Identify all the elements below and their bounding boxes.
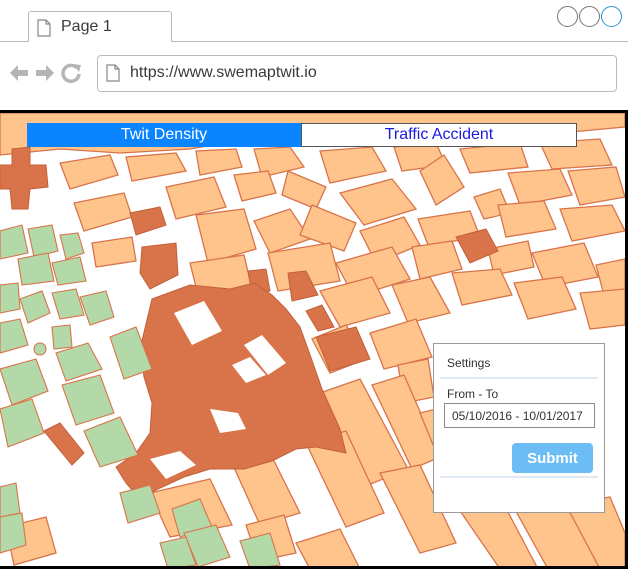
reload-icon[interactable] [60,62,82,84]
maximize-icon[interactable] [579,6,600,27]
page-icon [106,64,120,87]
page-icon [37,19,51,42]
settings-panel: Settings From - To Submit [433,343,605,513]
back-arrow-icon[interactable] [8,62,30,84]
map-layer-tabs: Twit Density Traffic Accident [27,123,577,147]
close-icon[interactable] [601,6,622,27]
range-label: From - To [447,387,499,401]
nav-buttons [8,62,82,84]
url-input[interactable] [130,62,600,84]
address-bar[interactable] [97,55,617,92]
tab-twit-density[interactable]: Twit Density [27,123,301,147]
tab-traffic-accident[interactable]: Traffic Accident [301,123,577,147]
minimize-icon[interactable] [557,6,578,27]
settings-title: Settings [447,356,491,370]
submit-button[interactable]: Submit [512,443,593,473]
browser-chrome: Page 1 [0,0,628,112]
divider [440,476,598,478]
browser-tab[interactable]: Page 1 [28,11,172,42]
date-range-input[interactable] [444,403,595,428]
window-controls [557,6,622,27]
tab-title: Page 1 [61,18,112,35]
forward-arrow-icon[interactable] [34,62,56,84]
page-viewport: Twit Density Traffic Accident Settings F… [0,110,628,569]
divider [440,377,598,379]
